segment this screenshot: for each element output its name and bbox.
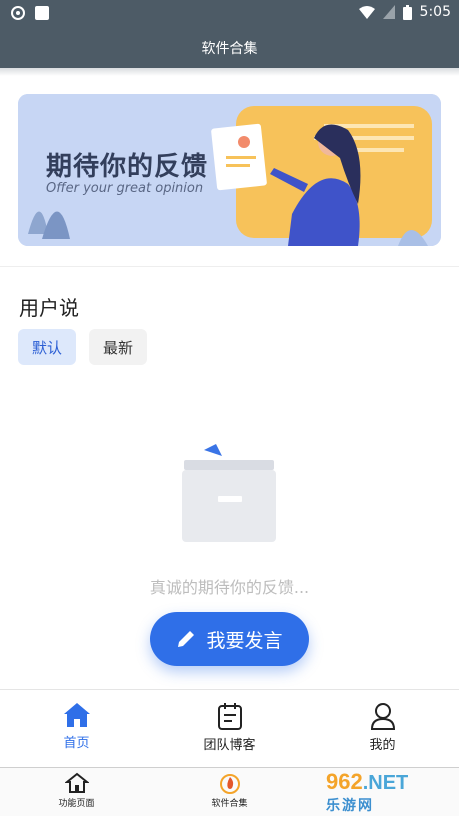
bottom-nav: 首页 团队博客 我的 bbox=[0, 689, 459, 767]
nav-home[interactable]: 首页 bbox=[0, 690, 153, 767]
nav-team-blog[interactable]: 团队博客 bbox=[153, 690, 306, 767]
nav-team-blog-label: 团队博客 bbox=[203, 738, 256, 753]
home-icon bbox=[63, 703, 90, 727]
notepad-icon bbox=[217, 703, 242, 730]
watermark-domain: .NET bbox=[362, 772, 409, 794]
nav-home-label: 首页 bbox=[63, 736, 90, 751]
empty-box-icon bbox=[182, 444, 276, 542]
nav-mine[interactable]: 我的 bbox=[306, 690, 459, 767]
post-feedback-label: 我要发言 bbox=[206, 629, 283, 652]
section-divider bbox=[0, 266, 459, 267]
shell-tab-features[interactable]: 功能页面 bbox=[0, 768, 153, 816]
sync-icon bbox=[11, 6, 25, 20]
section-title: 用户说 bbox=[19, 296, 79, 320]
signal-icon bbox=[382, 5, 395, 19]
wifi-icon bbox=[358, 6, 375, 19]
page-title: 软件合集 bbox=[201, 41, 258, 57]
shell-tab-software[interactable]: 软件合集 bbox=[153, 768, 306, 816]
nav-mine-label: 我的 bbox=[369, 738, 396, 753]
battery-icon bbox=[402, 4, 412, 20]
watermark-brand: 962 bbox=[326, 769, 363, 794]
title-shadow bbox=[0, 68, 459, 76]
pencil-icon bbox=[178, 631, 195, 647]
filter-latest-tab[interactable]: 最新 bbox=[89, 329, 147, 365]
house-icon bbox=[64, 772, 89, 793]
watermark-sub: 乐游网 bbox=[326, 798, 374, 814]
fire-icon bbox=[219, 774, 240, 794]
empty-state-text: 真诚的期待你的反馈... bbox=[149, 578, 310, 597]
shell-tab-software-label: 软件合集 bbox=[211, 799, 248, 809]
status-time: 5:05 bbox=[419, 4, 451, 20]
banner-title: 期待你的反馈 bbox=[46, 152, 209, 182]
title-bar: 软件合集 bbox=[0, 28, 459, 68]
watermark-logo: 962.NET 乐游网 bbox=[320, 768, 459, 816]
post-feedback-button[interactable]: 我要发言 bbox=[150, 612, 309, 666]
status-bar: 5:05 bbox=[0, 0, 459, 28]
app-notification-icon bbox=[35, 6, 49, 20]
feedback-banner[interactable]: 期待你的反馈 Offer your great opinion bbox=[18, 94, 441, 246]
shell-tab-features-label: 功能页面 bbox=[58, 799, 95, 809]
filter-default-tab[interactable]: 默认 bbox=[18, 329, 76, 365]
banner-subtitle: Offer your great opinion bbox=[46, 181, 204, 196]
person-icon bbox=[370, 703, 395, 730]
